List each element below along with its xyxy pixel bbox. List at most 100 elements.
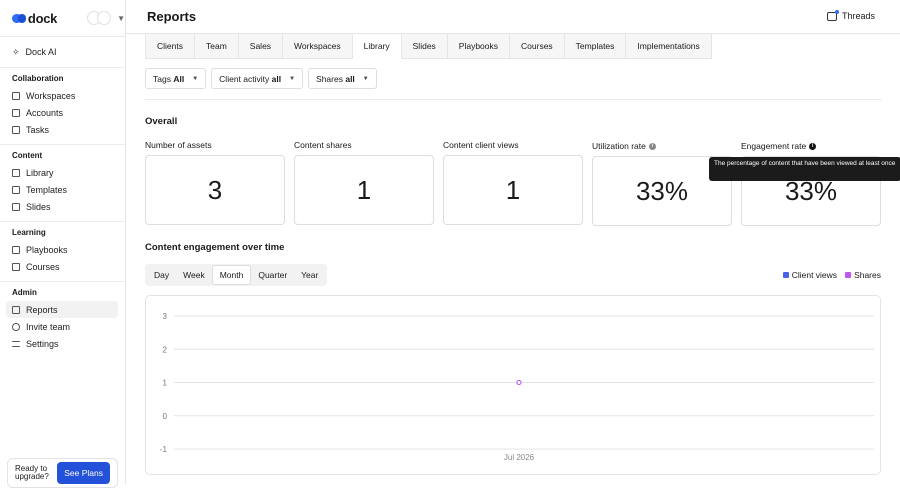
chevron-down-icon: ▼ xyxy=(362,75,369,82)
period-quarter-button[interactable]: Quarter xyxy=(251,266,294,284)
engagement-tooltip: The percentage of content that have been… xyxy=(709,157,900,181)
top-bar: Reports Threads xyxy=(126,0,900,34)
sidebar-item-label: Templates xyxy=(26,184,68,195)
tab-sales[interactable]: Sales xyxy=(238,34,284,59)
chevron-down-icon: ▼ xyxy=(117,13,125,23)
sidebar-item-dock-ai[interactable]: ✧ Dock AI xyxy=(0,43,119,61)
filter-label: Shares xyxy=(316,73,343,84)
sliders-icon xyxy=(12,340,20,347)
checkbox-icon xyxy=(12,125,20,134)
tab-slides[interactable]: Slides xyxy=(401,34,448,59)
period-week-button[interactable]: Week xyxy=(176,266,212,284)
chart-svg: 3 2 1 0 -1 Jul 2026 xyxy=(160,312,874,462)
client-activity-filter[interactable]: Client activity all ▼ xyxy=(211,68,304,89)
y-tick-label: 3 xyxy=(163,312,168,321)
stat-label-text: Engagement rate xyxy=(741,141,807,151)
course-icon xyxy=(12,262,20,271)
sidebar-item-label: Workspaces xyxy=(26,90,76,101)
sidebar-heading-content: Content xyxy=(12,151,43,160)
legend-shares[interactable]: Shares xyxy=(845,270,881,280)
sidebar-item-invite-team[interactable]: Invite team xyxy=(0,318,119,335)
divider xyxy=(0,144,125,145)
chart-icon xyxy=(12,305,20,314)
stat-label-shares: Content shares xyxy=(294,140,352,150)
period-month-button[interactable]: Month xyxy=(211,265,252,285)
chat-icon xyxy=(826,9,839,21)
filter-label: Tags xyxy=(153,73,171,84)
period-year-button[interactable]: Year xyxy=(294,266,325,284)
template-icon xyxy=(12,185,20,194)
stat-card-assets: 3 xyxy=(145,155,285,225)
stat-value: 3 xyxy=(207,174,223,205)
chevron-down-icon: ▼ xyxy=(289,75,296,82)
grid-icon xyxy=(12,91,20,100)
tab-clients[interactable]: Clients xyxy=(146,34,195,59)
divider xyxy=(0,36,125,37)
y-tick-label: 0 xyxy=(163,412,168,421)
see-plans-button[interactable]: See Plans xyxy=(57,462,110,484)
info-icon[interactable]: i xyxy=(648,142,656,150)
divider xyxy=(0,221,125,222)
sidebar-item-accounts[interactable]: Accounts xyxy=(0,104,119,121)
sidebar-item-playbooks[interactable]: Playbooks xyxy=(0,241,119,258)
tab-implementations[interactable]: Implementations xyxy=(626,34,712,59)
overall-title: Overall xyxy=(145,116,178,127)
sidebar-item-label: Accounts xyxy=(26,107,64,118)
legend-label: Client views xyxy=(791,270,838,280)
library-icon xyxy=(12,168,20,177)
tab-courses[interactable]: Courses xyxy=(510,34,565,59)
period-day-button[interactable]: Day xyxy=(147,266,176,284)
stat-label-text: Utilization rate xyxy=(592,141,646,151)
sidebar-item-templates[interactable]: Templates xyxy=(0,181,119,198)
filter-value: All xyxy=(173,73,185,84)
sidebar-item-tasks[interactable]: Tasks xyxy=(0,121,119,138)
sidebar-item-slides[interactable]: Slides xyxy=(0,198,119,215)
stat-value: 1 xyxy=(505,174,521,205)
stat-label-client-views: Content client views xyxy=(443,140,519,150)
legend-client-views[interactable]: Client views xyxy=(782,270,838,280)
workspace-switcher[interactable]: ▼ xyxy=(87,11,125,25)
engagement-chart: 3 2 1 0 -1 Jul 2026 xyxy=(145,295,881,475)
tab-workspaces[interactable]: Workspaces xyxy=(283,34,353,59)
sidebar-item-label: Dock AI xyxy=(25,47,57,57)
divider xyxy=(145,99,882,100)
dock-logo-icon xyxy=(12,13,26,23)
sidebar-item-courses[interactable]: Courses xyxy=(0,258,119,275)
sidebar-item-label: Library xyxy=(26,167,54,178)
sidebar-item-settings[interactable]: Settings xyxy=(0,335,119,352)
chevron-down-icon: ▼ xyxy=(192,75,199,82)
stat-label-engagement: Engagement rate i xyxy=(741,141,817,151)
stat-label-utilization: Utilization rate i xyxy=(592,141,656,151)
tab-playbooks[interactable]: Playbooks xyxy=(447,34,511,59)
divider xyxy=(0,67,125,68)
filter-bar: Tags All ▼ Client activity all ▼ Shares … xyxy=(145,68,377,89)
stat-card-client-views: 1 xyxy=(443,155,583,225)
data-point-shares[interactable] xyxy=(516,380,522,385)
sidebar-item-label: Courses xyxy=(26,261,60,272)
stat-value: 33% xyxy=(635,175,689,206)
info-icon[interactable]: i xyxy=(809,142,817,150)
report-tabs: Clients Team Sales Workspaces Library Sl… xyxy=(145,34,712,59)
shares-filter[interactable]: Shares all ▼ xyxy=(308,68,377,89)
sidebar-item-label: Settings xyxy=(26,338,59,349)
stat-value: 1 xyxy=(356,174,372,205)
threads-button[interactable]: Threads xyxy=(826,9,875,21)
tab-library[interactable]: Library xyxy=(352,34,402,59)
filter-value: all xyxy=(271,73,282,84)
divider xyxy=(0,281,125,282)
brand-name: dock xyxy=(27,10,58,26)
chart-legend: Client views Shares xyxy=(782,270,881,280)
stat-label-assets: Number of assets xyxy=(145,140,212,150)
legend-label: Shares xyxy=(854,270,881,280)
threads-label: Threads xyxy=(841,11,875,21)
upgrade-text: Ready to upgrade? xyxy=(15,464,49,481)
tab-team[interactable]: Team xyxy=(194,34,239,59)
sidebar-item-reports[interactable]: Reports xyxy=(6,301,118,318)
sidebar-item-label: Reports xyxy=(26,304,58,315)
sidebar-item-workspaces[interactable]: Workspaces xyxy=(0,87,119,104)
y-tick-label: 2 xyxy=(163,345,168,354)
sidebar-item-library[interactable]: Library xyxy=(0,164,119,181)
tags-filter[interactable]: Tags All ▼ xyxy=(145,68,207,89)
sidebar-heading-learning: Learning xyxy=(12,228,46,237)
tab-templates[interactable]: Templates xyxy=(564,34,627,59)
